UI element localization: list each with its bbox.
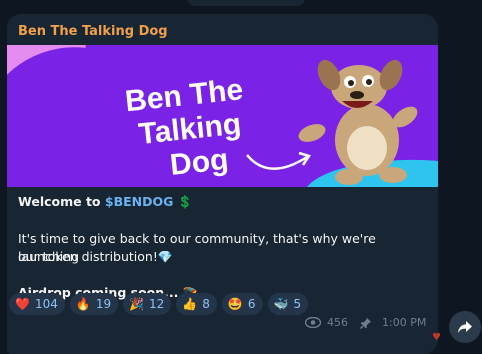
reaction-fire[interactable]: 🔥 19 xyxy=(69,293,119,315)
banner-arrow xyxy=(246,154,308,170)
whale-icon: 🐳 xyxy=(273,297,289,311)
reaction-star-struck[interactable]: 🤩 6 xyxy=(221,293,263,315)
welcome-line: Welcome to $BENDOG 💲 xyxy=(18,193,193,211)
channel-name[interactable]: Ben The Talking Dog xyxy=(18,24,168,39)
welcome-prefix: Welcome to xyxy=(18,194,105,209)
reaction-count: 19 xyxy=(95,297,112,311)
post-banner-image[interactable]: Ben The Talking Dog xyxy=(7,45,438,187)
reaction-count: 8 xyxy=(202,297,210,311)
body-line-2: our token distribution!💎 xyxy=(18,248,173,266)
message-time: 1:00 PM xyxy=(382,316,427,329)
banner-artwork: Ben The Talking Dog xyxy=(7,45,438,187)
reaction-count: 6 xyxy=(247,297,256,311)
share-button[interactable] xyxy=(449,311,481,343)
reaction-thumbs-up[interactable]: 👍 8 xyxy=(176,293,217,315)
fire-icon: 🔥 xyxy=(75,297,91,311)
gem-emoji-icon: 💎 xyxy=(157,250,173,264)
star-struck-icon: 🤩 xyxy=(227,297,243,311)
pin-icon xyxy=(360,317,371,329)
banner-arc xyxy=(7,45,87,75)
heart-icon: ❤️ xyxy=(15,297,30,311)
thumbs-up-icon: 👍 xyxy=(182,297,198,311)
view-count: 456 xyxy=(327,316,348,329)
small-heart-icon: ♥ xyxy=(432,332,441,343)
reaction-heart[interactable]: ❤️ 104 xyxy=(9,293,65,315)
previous-message-edge xyxy=(186,0,306,6)
eye-icon xyxy=(305,317,321,328)
reaction-whale[interactable]: 🐳 5 xyxy=(267,293,309,315)
reaction-party[interactable]: 🎉 12 xyxy=(123,293,172,315)
ticker-link[interactable]: $BENDOG xyxy=(105,194,174,209)
reaction-count: 12 xyxy=(149,297,165,311)
reaction-bar: ❤️ 104 🔥 19 🎉 12 👍 8 🤩 6 🐳 5 xyxy=(9,293,309,315)
party-popper-icon: 🎉 xyxy=(129,297,145,311)
body-line-2-text: our token distribution! xyxy=(18,249,158,264)
banner-title-line3: Dog xyxy=(168,143,229,182)
dollar-emoji-icon: 💲 xyxy=(177,195,193,209)
reaction-count: 104 xyxy=(34,297,58,311)
share-arrow-icon xyxy=(458,321,472,333)
reaction-count: 5 xyxy=(293,297,302,311)
message-meta: 456 1:00 PM xyxy=(305,316,426,329)
